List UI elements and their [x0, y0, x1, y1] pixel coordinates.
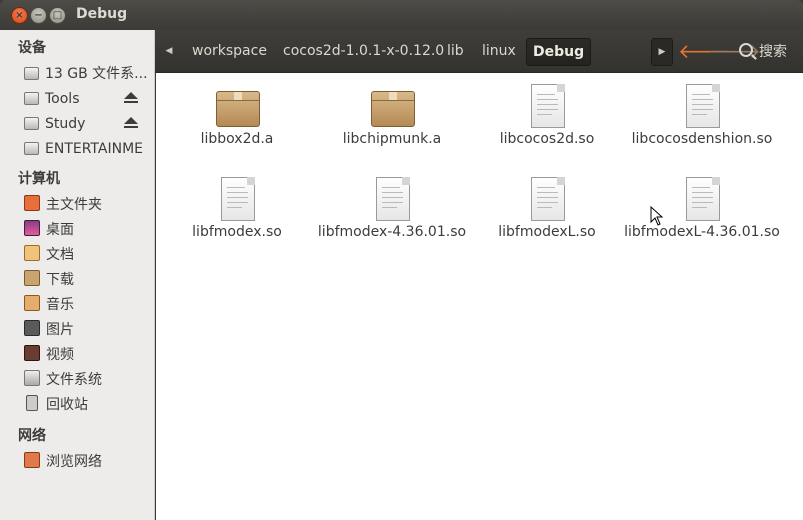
network-icon	[24, 452, 40, 468]
sidebar: 设备 13 GB 文件系... Tools Study ENTERTAINME …	[0, 30, 155, 520]
documents-icon	[24, 245, 40, 261]
sidebar-item-label: 回收站	[46, 397, 88, 413]
archive-icon	[370, 83, 415, 127]
breadcrumb-scroll-left-icon[interactable]: ◀	[159, 41, 179, 61]
drive-icon	[24, 117, 39, 130]
sidebar-heading-computer: 计算机	[18, 171, 60, 187]
eject-icon[interactable]	[124, 92, 138, 103]
filesystem-icon	[24, 370, 40, 386]
breadcrumb-cocos2d[interactable]: cocos2d-1.0.1-x-0.12.0	[283, 40, 444, 62]
drive-icon	[24, 92, 39, 105]
document-icon	[680, 83, 724, 128]
sidebar-item-label: 浏览网络	[46, 454, 102, 470]
sidebar-item-videos[interactable]: 视频	[24, 343, 152, 367]
document-icon	[525, 83, 569, 128]
file-name: libcocosdenshion.so	[631, 131, 773, 147]
minimize-window-button[interactable]: −	[30, 7, 47, 24]
sidebar-item-label: ENTERTAINME	[45, 141, 143, 157]
file-name: libfmodexL-4.36.01.so	[624, 224, 780, 240]
breadcrumb-lib[interactable]: lib	[447, 40, 464, 62]
downloads-icon	[24, 270, 40, 286]
search-label: 搜索	[759, 44, 787, 60]
videos-icon	[24, 345, 40, 361]
sidebar-item-music[interactable]: 音乐	[24, 293, 152, 317]
file-name: libfmodex-4.36.01.so	[317, 224, 467, 240]
search-icon	[739, 43, 753, 57]
sidebar-item-label: 文档	[46, 247, 74, 263]
document-icon	[680, 176, 724, 221]
file-libcocosdenshion[interactable]: libcocosdenshion.so	[624, 83, 780, 148]
sidebar-item-browse-network[interactable]: 浏览网络	[24, 450, 152, 474]
maximize-window-button[interactable]: □	[49, 7, 66, 24]
breadcrumb-debug[interactable]: Debug	[526, 38, 592, 66]
file-libfmodex-4-36-01[interactable]: libfmodex-4.36.01.so	[314, 176, 470, 241]
toolbar: ◀ workspace cocos2d-1.0.1-x-0.12.0 lib l…	[155, 30, 803, 73]
sidebar-item-label: 音乐	[46, 297, 74, 313]
sidebar-item-entertainment[interactable]: ENTERTAINME	[24, 137, 152, 161]
sidebar-item-trash[interactable]: 回收站	[24, 393, 152, 417]
sidebar-item-13gb-filesystem[interactable]: 13 GB 文件系...	[24, 62, 152, 86]
window-title: Debug	[76, 6, 128, 22]
file-name: libbox2d.a	[200, 131, 274, 147]
sidebar-item-label: Tools	[45, 91, 80, 107]
file-name: libchipmunk.a	[342, 131, 442, 147]
mouse-cursor-icon	[650, 206, 664, 226]
sidebar-item-label: 下载	[46, 272, 74, 288]
document-icon	[215, 176, 259, 221]
file-name: libcocos2d.so	[499, 131, 595, 147]
drive-icon	[24, 67, 39, 80]
sidebar-item-pictures[interactable]: 图片	[24, 318, 152, 342]
file-libfmodexl-4-36-01[interactable]: libfmodexL-4.36.01.so	[624, 176, 780, 241]
sidebar-item-label: 图片	[46, 322, 74, 338]
sidebar-heading-network: 网络	[18, 428, 46, 444]
document-icon	[525, 176, 569, 221]
file-libcocos2d[interactable]: libcocos2d.so	[469, 83, 625, 148]
breadcrumb-scroll-right-icon[interactable]: ▶	[651, 38, 673, 66]
breadcrumb-linux[interactable]: linux	[482, 40, 516, 62]
sidebar-item-desktop[interactable]: 桌面	[24, 218, 152, 242]
home-folder-icon	[24, 195, 40, 211]
sidebar-item-label: 13 GB 文件系...	[45, 66, 148, 82]
sidebar-item-tools[interactable]: Tools	[24, 87, 152, 111]
title-bar: × − □ Debug	[0, 0, 803, 30]
sidebar-heading-devices: 设备	[18, 40, 46, 56]
sidebar-item-home[interactable]: 主文件夹	[24, 193, 152, 217]
breadcrumb-workspace[interactable]: workspace	[192, 40, 267, 62]
desktop-icon	[24, 220, 40, 236]
pictures-icon	[24, 320, 40, 336]
sidebar-item-label: Study	[45, 116, 86, 132]
file-name: libfmodexL.so	[498, 224, 596, 240]
drive-icon	[24, 142, 39, 155]
sidebar-item-downloads[interactable]: 下载	[24, 268, 152, 292]
sidebar-item-label: 主文件夹	[46, 197, 102, 213]
sidebar-item-filesystem[interactable]: 文件系统	[24, 368, 152, 392]
file-libfmodexl[interactable]: libfmodexL.so	[469, 176, 625, 241]
document-icon	[370, 176, 414, 221]
sidebar-item-label: 桌面	[46, 222, 74, 238]
sidebar-item-documents[interactable]: 文档	[24, 243, 152, 267]
sidebar-item-label: 视频	[46, 347, 74, 363]
file-libbox2d[interactable]: libbox2d.a	[159, 83, 315, 148]
file-libfmodex[interactable]: libfmodex.so	[159, 176, 315, 241]
file-name: libfmodex.so	[192, 224, 282, 240]
search-button[interactable]: 搜索	[739, 41, 787, 61]
eject-icon[interactable]	[124, 117, 138, 128]
file-view: libbox2d.a libchipmunk.a libcocos2d.so l…	[156, 73, 803, 520]
sidebar-item-label: 文件系统	[46, 372, 102, 388]
file-libchipmunk[interactable]: libchipmunk.a	[314, 83, 470, 148]
sidebar-item-study[interactable]: Study	[24, 112, 152, 136]
close-window-button[interactable]: ×	[11, 7, 28, 24]
trash-icon	[26, 395, 38, 411]
music-icon	[24, 295, 40, 311]
archive-icon	[215, 83, 260, 127]
